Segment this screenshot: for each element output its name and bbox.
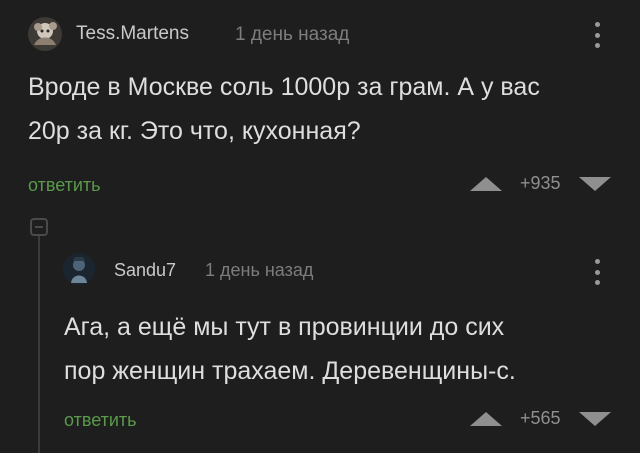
author-name[interactable]: Sandu7	[114, 260, 176, 281]
rating-score: +935	[520, 173, 561, 193]
comment-text: Ага, а ещё мы тут в провинции до сих пор…	[64, 305, 516, 393]
comment-timestamp: 1 день назад	[235, 24, 350, 45]
reply-comment: Sandu7 1 день назад Ага, а ещё мы тут в …	[0, 225, 640, 453]
comment-timestamp: 1 день назад	[205, 260, 314, 280]
comment-line: пор женщин трахаем. Деревенщины-с.	[64, 357, 516, 385]
upvote-icon[interactable]	[470, 176, 502, 191]
reply-button[interactable]: ответить	[28, 175, 101, 196]
upvote-icon[interactable]	[470, 411, 502, 426]
comment-line: Ага, а ещё мы тут в провинции до сих	[64, 313, 505, 341]
author-name[interactable]: Tess.Martens	[76, 23, 189, 45]
comment-text: Вроде в Москве соль 1000р за грам. А у в…	[28, 65, 540, 153]
avatar[interactable]	[63, 253, 95, 285]
vote-controls: +935	[470, 173, 611, 194]
vote-controls: +565	[470, 408, 611, 429]
user-avatar-icon	[63, 253, 95, 285]
more-options-icon[interactable]	[585, 257, 609, 287]
avatar[interactable]	[28, 17, 62, 51]
comment-line: 20р за кг. Это что, кухонная?	[28, 117, 361, 145]
rating-score: +565	[520, 408, 561, 428]
comment: Tess.Martens 1 день назад Вроде в Москве…	[0, 0, 640, 225]
reply-button[interactable]: ответить	[64, 410, 137, 431]
user-avatar-icon	[28, 17, 62, 51]
downvote-icon[interactable]	[578, 176, 611, 191]
more-options-icon[interactable]	[585, 20, 609, 50]
downvote-icon[interactable]	[578, 411, 611, 426]
comment-line: Вроде в Москве соль 1000р за грам. А у в…	[28, 73, 540, 101]
